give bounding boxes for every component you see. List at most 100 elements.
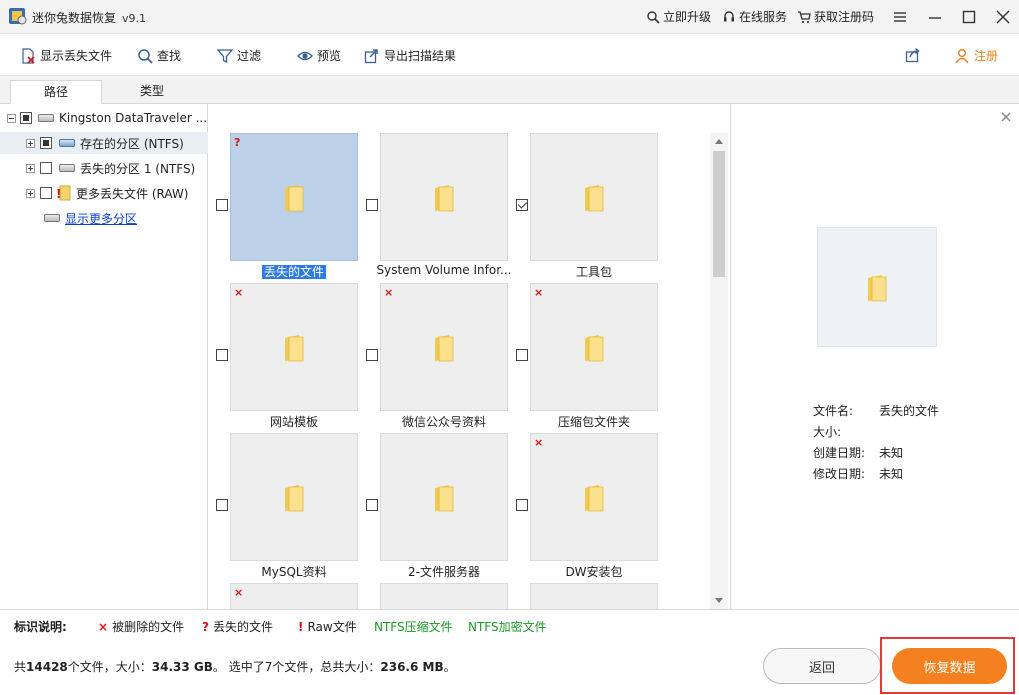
online-service-link[interactable]: 在线服务: [722, 8, 787, 25]
folder-icon: [435, 485, 454, 512]
file-thumbnail[interactable]: ×: [230, 283, 358, 411]
preview-button[interactable]: 预览: [297, 47, 341, 64]
folder-icon: [435, 335, 454, 362]
drive-icon: [44, 214, 60, 222]
file-thumbnail[interactable]: ?: [230, 133, 358, 261]
partition-tree: Kingston DataTraveler ... 存在的分区 (NTFS) 丢…: [0, 104, 208, 609]
share-button[interactable]: [905, 47, 921, 63]
deleted-mark-icon: ×: [234, 586, 244, 599]
menu-button[interactable]: [889, 6, 911, 28]
expand-icon[interactable]: [26, 163, 35, 173]
tree-item-label: 更多丢失文件 (RAW): [76, 186, 189, 201]
file-thumbnail[interactable]: [380, 433, 508, 561]
file-thumbnail[interactable]: [380, 133, 508, 261]
scroll-thumb[interactable]: [713, 151, 725, 277]
file-checkbox[interactable]: [216, 199, 228, 211]
register-label: 注册: [974, 49, 999, 63]
filter-button[interactable]: 过滤: [217, 47, 261, 64]
tree-item-label: 存在的分区 (NTFS): [80, 136, 184, 151]
tab-path[interactable]: 路径: [10, 80, 102, 104]
legend-lost-label: 丢失的文件: [212, 620, 273, 634]
file-name: MySQL资料: [261, 565, 327, 579]
preview-created-row: 创建日期: 未知: [813, 444, 903, 461]
modified-value: 未知: [879, 467, 904, 481]
svg-text:!: !: [56, 187, 61, 201]
tree-checkbox[interactable]: [40, 137, 52, 149]
close-preview-icon[interactable]: [1001, 112, 1011, 122]
show-lost-files-label: 显示丢失文件: [40, 49, 113, 63]
legend-raw-label: Raw文件: [307, 620, 357, 634]
deleted-mark-icon: ×: [384, 286, 394, 299]
hamburger-icon: [894, 12, 906, 22]
file-name: 压缩包文件夹: [557, 415, 630, 429]
created-label: 创建日期:: [813, 446, 866, 460]
close-icon: [996, 10, 1010, 24]
export-scan-results-button[interactable]: 导出扫描结果: [364, 47, 456, 64]
app-logo-icon: [9, 8, 27, 25]
close-window-button[interactable]: [992, 6, 1014, 28]
show-more-partitions-link[interactable]: 显示更多分区: [65, 210, 137, 227]
file-thumbnail[interactable]: [530, 133, 658, 261]
tree-checkbox[interactable]: [40, 187, 52, 199]
preview-thumbnail: [817, 227, 937, 347]
tree-root[interactable]: Kingston DataTraveler ...: [0, 107, 208, 129]
legend-deleted-label: 被删除的文件: [112, 620, 185, 634]
file-name: 工具包: [575, 265, 612, 279]
tree-item-label: 丢失的分区 1 (NTFS): [80, 161, 196, 176]
cart-icon: [798, 10, 811, 23]
maximize-button[interactable]: [958, 6, 980, 28]
expand-icon[interactable]: [26, 188, 35, 198]
preview-filename-row: 文件名: 丢失的文件: [813, 402, 939, 419]
file-thumbnail[interactable]: [230, 433, 358, 561]
deleted-mark-icon: ×: [534, 436, 544, 449]
get-regcode-label: 获取注册码: [814, 10, 875, 24]
file-checkbox[interactable]: [366, 499, 378, 511]
file-thumbnail[interactable]: [380, 583, 508, 609]
recover-data-button[interactable]: 恢复数据: [892, 648, 1007, 684]
back-button[interactable]: 返回: [763, 648, 881, 684]
upgrade-label: 立即升级: [663, 10, 712, 24]
upgrade-link[interactable]: 立即升级: [646, 8, 711, 25]
file-thumbnail[interactable]: [530, 583, 658, 609]
tree-item-existing-partition[interactable]: 存在的分区 (NTFS): [0, 132, 208, 154]
get-regcode-link[interactable]: 获取注册码: [797, 8, 874, 25]
filename-label: 文件名:: [813, 404, 854, 418]
find-label: 查找: [157, 49, 182, 63]
tab-type[interactable]: 类型: [106, 80, 198, 104]
app-version: v9.1: [122, 12, 147, 25]
tree-checkbox[interactable]: [40, 162, 52, 174]
file-thumbnail[interactable]: ×: [530, 433, 658, 561]
grid-scrollbar[interactable]: [710, 133, 728, 609]
file-checkbox[interactable]: [516, 499, 528, 511]
file-name: 2-文件服务器: [408, 565, 480, 579]
file-thumbnail[interactable]: ×: [380, 283, 508, 411]
show-lost-files-button[interactable]: 显示丢失文件: [20, 47, 112, 64]
file-checkbox[interactable]: [216, 349, 228, 361]
scroll-up-icon[interactable]: [715, 139, 723, 144]
expand-icon[interactable]: [26, 138, 35, 148]
scroll-down-icon[interactable]: [715, 598, 723, 603]
register-button[interactable]: 注册: [954, 47, 998, 64]
file-checkbox[interactable]: [216, 499, 228, 511]
file-thumbnail[interactable]: ×: [230, 583, 358, 609]
file-checkbox[interactable]: [516, 349, 528, 361]
show-more-partitions[interactable]: 显示更多分区: [0, 207, 208, 229]
file-thumbnail[interactable]: ×: [530, 283, 658, 411]
deleted-mark-icon: ×: [534, 286, 544, 299]
file-name-highlight: 丢失的文件: [261, 265, 326, 279]
minimize-button[interactable]: [924, 6, 946, 28]
folder-icon: [868, 275, 887, 302]
export-icon: [364, 48, 378, 63]
file-checkbox[interactable]: [516, 199, 528, 211]
collapse-icon[interactable]: [7, 113, 16, 123]
minimize-icon: [929, 17, 941, 19]
tree-item-lost-partition[interactable]: 丢失的分区 1 (NTFS): [0, 157, 208, 179]
legend-bar: 标识说明: × 被删除的文件 ? 丢失的文件 ! Raw文件 NTFS压缩文件 NTF…: [0, 609, 1019, 639]
file-checkbox[interactable]: [366, 199, 378, 211]
filename-value: 丢失的文件: [879, 404, 940, 418]
filter-icon: [217, 48, 233, 63]
tree-item-raw-files[interactable]: ! 更多丢失文件 (RAW): [0, 182, 208, 204]
file-checkbox[interactable]: [366, 349, 378, 361]
find-button[interactable]: 查找: [137, 47, 181, 64]
tree-checkbox[interactable]: [20, 112, 32, 124]
